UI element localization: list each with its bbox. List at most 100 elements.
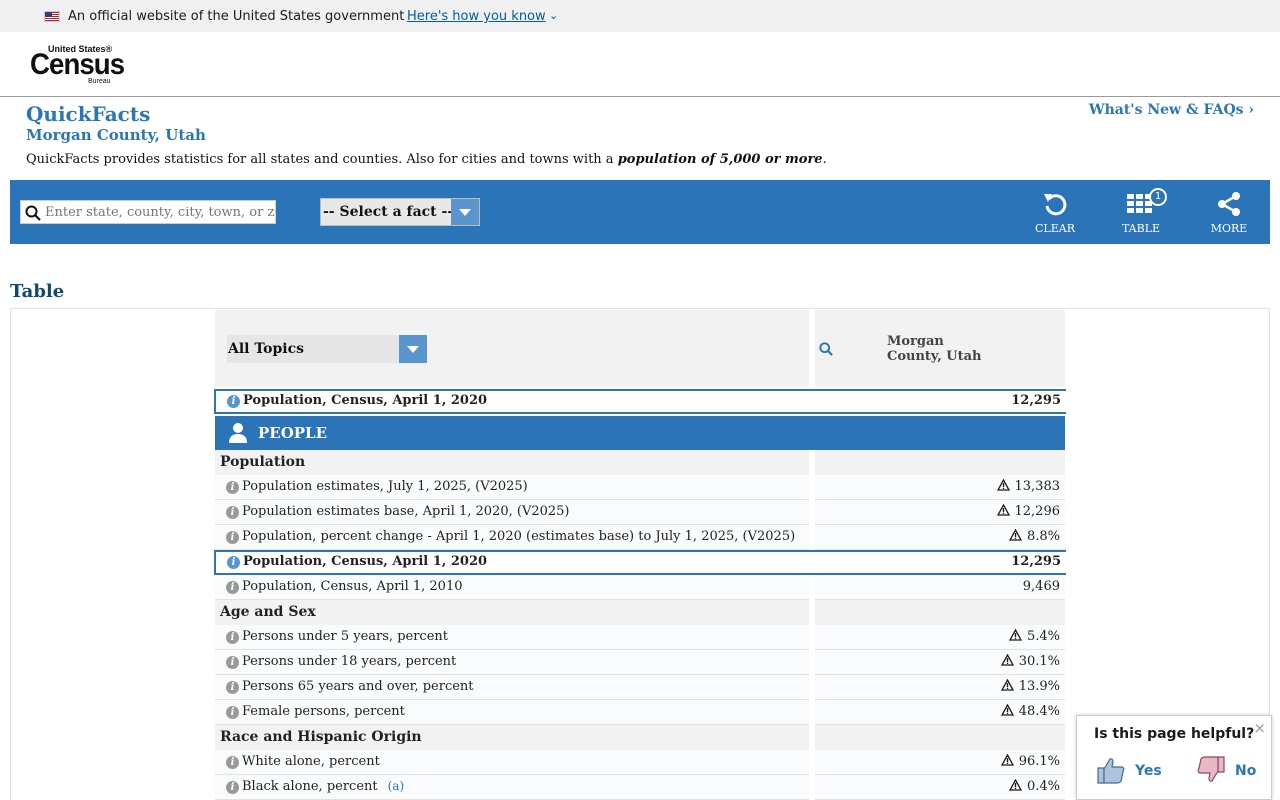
table-section-header: Race and Hispanic Origin xyxy=(215,725,1065,750)
table-row[interactable]: i Population, Census, April 1, 2010 9,469 xyxy=(215,575,1065,600)
table-count-badge: 1 xyxy=(1149,188,1167,206)
row-label: Population estimates, July 1, 2025, (V20… xyxy=(242,479,528,494)
chevron-down-icon[interactable]: ⌄ xyxy=(549,9,558,22)
section-label: Population xyxy=(220,454,306,470)
info-icon[interactable]: i xyxy=(226,506,239,519)
table-row-highlighted[interactable]: i Population, Census, April 1, 2020 12,295 xyxy=(214,550,1066,575)
table-row[interactable]: i Persons under 18 years, percent 30.1% xyxy=(215,650,1065,675)
refresh-icon xyxy=(1044,194,1067,216)
thumbs-down-icon xyxy=(1197,756,1225,782)
table-row[interactable]: i White alone, percent 96.1% xyxy=(215,750,1065,775)
row-label: Population, Census, April 1, 2020 xyxy=(243,554,488,569)
row-value: 8.8% xyxy=(1008,529,1060,544)
section-label: Race and Hispanic Origin xyxy=(220,729,422,745)
search-icon xyxy=(25,205,41,221)
warning-icon[interactable] xyxy=(1000,754,1014,766)
warning-icon[interactable] xyxy=(1000,704,1014,716)
more-button[interactable]: MORE xyxy=(1199,190,1259,236)
table-button[interactable]: 1 TABLE xyxy=(1111,188,1171,236)
table-row[interactable]: i Population, percent change - April 1, 2… xyxy=(215,525,1065,550)
select-fact-dropdown[interactable]: -- Select a fact -- xyxy=(320,198,480,226)
info-icon[interactable]: i xyxy=(226,581,239,594)
table-row-highlighted[interactable]: i Population, Census, April 1, 2020 12,29… xyxy=(214,389,1066,414)
feedback-no-button[interactable]: No xyxy=(1195,754,1265,788)
warning-icon[interactable] xyxy=(996,479,1010,491)
feedback-question: Is this page helpful? xyxy=(1094,726,1255,742)
table-heading: Table xyxy=(10,281,65,302)
row-label: Persons under 18 years, percent xyxy=(242,654,457,669)
feedback-yes-button[interactable]: Yes xyxy=(1095,754,1165,788)
info-icon[interactable]: i xyxy=(226,631,239,644)
page-subtitle: Morgan County, Utah xyxy=(26,126,206,144)
page-title: QuickFacts xyxy=(26,102,151,126)
row-label: Persons under 5 years, percent xyxy=(242,629,448,644)
footnote-link[interactable]: (a) xyxy=(388,779,405,793)
gov-banner-text: An official website of the United States… xyxy=(68,9,405,24)
feedback-widget: Is this page helpful? × Yes No xyxy=(1076,715,1272,800)
table-row[interactable]: i Persons 65 years and over, percent 13.9% xyxy=(215,675,1065,700)
gov-banner: An official website of the United States… xyxy=(0,0,1280,32)
table-header-topics: All Topics xyxy=(215,310,809,387)
search-box[interactable] xyxy=(20,200,276,224)
row-value: 12,295 xyxy=(1011,554,1061,569)
whats-new-link[interactable]: What's New & FAQs › xyxy=(1089,102,1254,118)
search-icon[interactable] xyxy=(819,342,833,356)
info-icon[interactable]: i xyxy=(226,781,239,794)
people-section-header: PEOPLE xyxy=(215,416,1065,450)
table-row[interactable]: i Female persons, percent 48.4% xyxy=(215,700,1065,725)
close-icon[interactable]: × xyxy=(1253,719,1266,737)
row-label: Population, Census, April 1, 2010 xyxy=(242,579,463,594)
row-value: 12,296 xyxy=(996,504,1060,519)
row-value: 13.9% xyxy=(1000,679,1060,694)
row-value: 5.4% xyxy=(1008,629,1060,644)
warning-icon[interactable] xyxy=(996,504,1010,516)
warning-icon[interactable] xyxy=(1000,679,1014,691)
warning-icon[interactable] xyxy=(1008,529,1022,541)
topics-dropdown[interactable]: All Topics xyxy=(227,335,427,363)
row-value: 30.1% xyxy=(1000,654,1060,669)
info-icon[interactable]: i xyxy=(227,556,240,569)
info-icon[interactable]: i xyxy=(227,395,240,408)
page-description: QuickFacts provides statistics for all s… xyxy=(26,152,827,167)
toolbar: -- Select a fact -- CLEAR 1 TABLE MORE xyxy=(10,180,1270,244)
row-value: 48.4% xyxy=(1000,704,1060,719)
section-label: Age and Sex xyxy=(220,604,316,620)
table-row[interactable]: i Population estimates, July 1, 2025, (V2… xyxy=(215,475,1065,500)
column-header-geography: Morgan County, Utah xyxy=(887,334,982,364)
info-icon[interactable]: i xyxy=(226,656,239,669)
clear-button[interactable]: CLEAR xyxy=(1025,190,1085,236)
thumbs-up-icon xyxy=(1097,758,1125,784)
info-icon[interactable]: i xyxy=(226,481,239,494)
table-header-column: Morgan County, Utah xyxy=(815,310,1065,387)
row-label: White alone, percent xyxy=(242,754,380,769)
warning-icon[interactable] xyxy=(1000,654,1014,666)
info-icon[interactable]: i xyxy=(226,531,239,544)
row-label: Population estimates base, April 1, 2020… xyxy=(242,504,570,519)
warning-icon[interactable] xyxy=(1008,779,1022,791)
table-section-header: Population xyxy=(215,450,1065,475)
site-header: United States® Census Bureau xyxy=(0,32,1280,97)
info-icon[interactable]: i xyxy=(226,681,239,694)
row-value: 13,383 xyxy=(996,479,1060,494)
chevron-down-icon xyxy=(399,335,427,363)
row-label: Population, percent change - April 1, 20… xyxy=(242,529,796,544)
row-label: Persons 65 years and over, percent xyxy=(242,679,474,694)
chevron-down-icon xyxy=(451,199,479,225)
data-table: i Population, Census, April 1, 2020 12,29… xyxy=(214,389,1066,800)
row-label: Female persons, percent xyxy=(242,704,405,719)
row-value: 9,469 xyxy=(1022,579,1060,594)
table-row[interactable]: i Black alone, percent (a) 0.4% xyxy=(215,775,1065,800)
share-icon xyxy=(1218,192,1240,216)
table-row[interactable]: i Population estimates base, April 1, 202… xyxy=(215,500,1065,525)
census-logo[interactable]: United States® Census Bureau xyxy=(30,44,125,86)
table-row[interactable]: i Persons under 5 years, percent 5.4% xyxy=(215,625,1065,650)
info-icon[interactable]: i xyxy=(226,706,239,719)
table-section-header: Age and Sex xyxy=(215,600,1065,625)
us-flag-icon xyxy=(44,11,60,22)
warning-icon[interactable] xyxy=(1008,629,1022,641)
search-input[interactable] xyxy=(45,202,275,222)
person-icon xyxy=(229,423,247,443)
info-icon[interactable]: i xyxy=(226,756,239,769)
how-you-know-link[interactable]: Here's how you know xyxy=(407,9,546,24)
row-label: Black alone, percent (a) xyxy=(242,779,405,794)
